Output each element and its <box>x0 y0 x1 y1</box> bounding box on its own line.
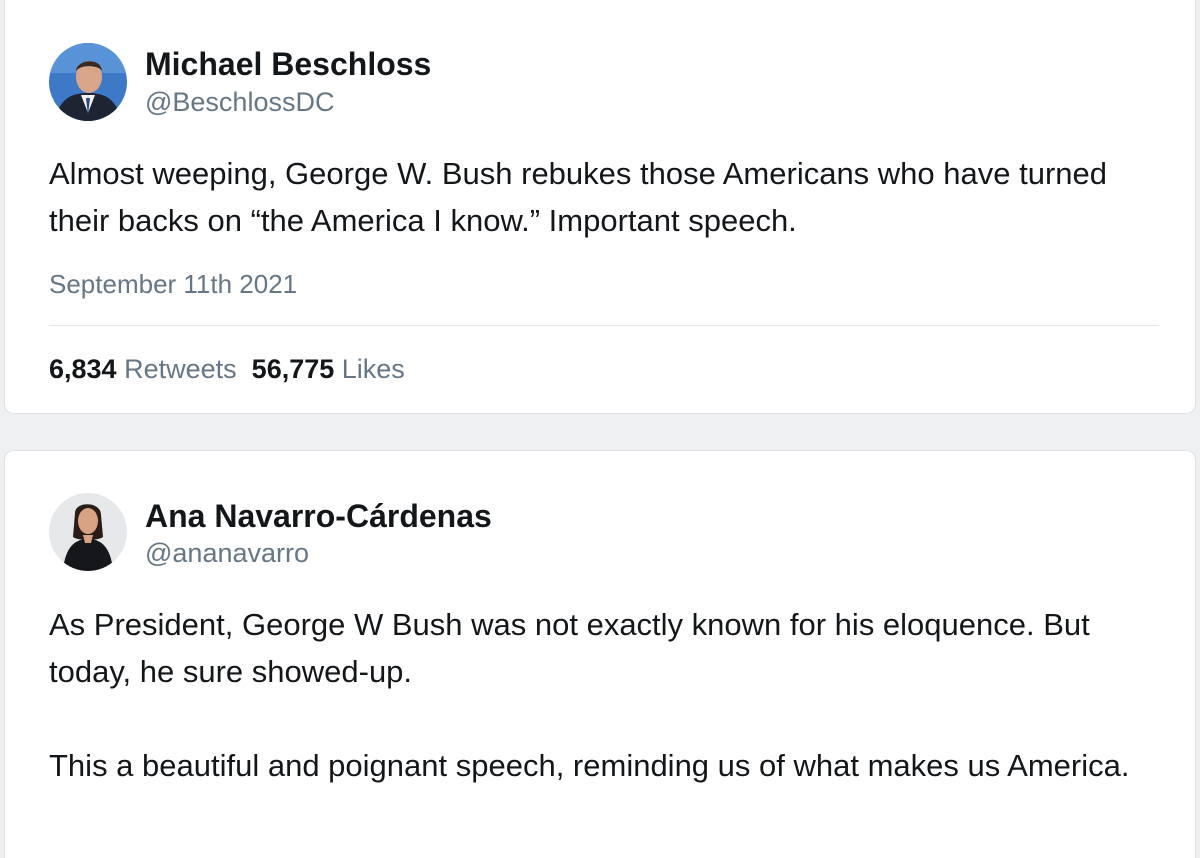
tweet-text: As President, George W Bush was not exac… <box>49 607 1130 783</box>
retweets-stat[interactable]: 6,834 Retweets <box>49 354 237 384</box>
tweet-card[interactable]: Ana Navarro-Cárdenas @ananavarro As Pres… <box>4 450 1196 858</box>
retweets-label: Retweets <box>124 354 237 384</box>
author-name[interactable]: Ana Navarro-Cárdenas <box>145 498 492 534</box>
retweets-count: 6,834 <box>49 354 117 384</box>
tweet-stats: 6,834 Retweets 56,775 Likes <box>49 353 405 385</box>
likes-stat[interactable]: 56,775 Likes <box>252 354 405 384</box>
author-handle[interactable]: @BeschlossDC <box>145 86 334 118</box>
profile-photo-icon <box>49 43 127 121</box>
likes-label: Likes <box>341 354 405 384</box>
likes-count: 56,775 <box>251 354 335 384</box>
avatar[interactable] <box>49 493 127 571</box>
author-name[interactable]: Michael Beschloss <box>145 46 431 82</box>
tweet-date[interactable]: September 11th 2021 <box>49 269 297 299</box>
tweet-card[interactable]: Michael Beschloss @BeschlossDC Almost we… <box>4 0 1196 414</box>
profile-photo-icon <box>49 493 127 571</box>
divider <box>49 325 1159 326</box>
avatar[interactable] <box>49 43 127 121</box>
tweet-text: Almost weeping, George W. Bush rebukes t… <box>49 156 1108 238</box>
author-handle[interactable]: @ananavarro <box>145 537 309 569</box>
